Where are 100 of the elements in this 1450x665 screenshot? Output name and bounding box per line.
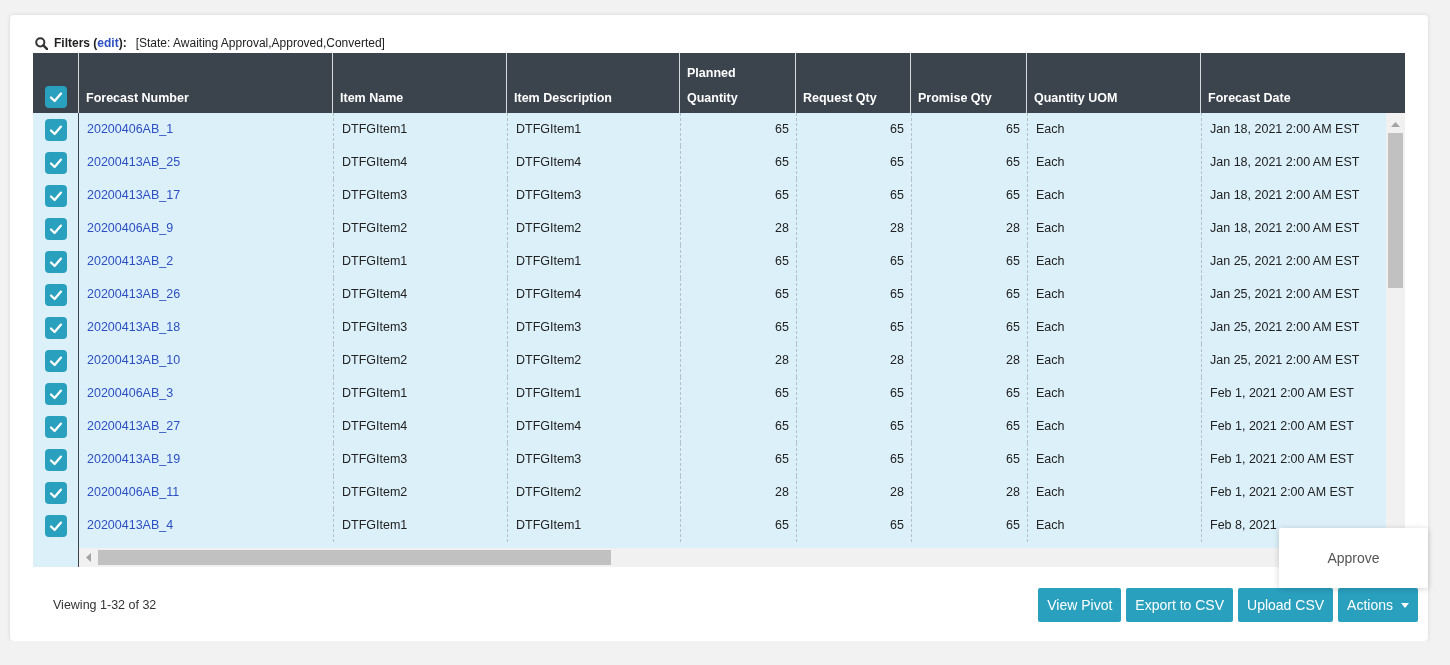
viewing-count: Viewing 1-32 of 32: [52, 598, 157, 612]
table-cell: DTFGItem1: [507, 377, 680, 410]
forecast-number-link[interactable]: 20200413AB_10: [87, 353, 181, 367]
table-cell: DTFGItem1: [333, 245, 507, 278]
forecast-number-link[interactable]: 20200413AB_18: [87, 320, 181, 334]
table-cell: DTFGItem1: [333, 377, 507, 410]
table-cell: 65: [680, 377, 796, 410]
table-cell: 65: [680, 113, 796, 146]
search-icon: [35, 36, 48, 50]
forecast-number-link[interactable]: 20200406AB_3: [87, 386, 174, 400]
checkbox[interactable]: [44, 316, 67, 339]
table-cell: DTFGItem4: [507, 146, 680, 179]
filters-label: Filters (edit):: [54, 36, 127, 50]
table-cell: Each: [1027, 410, 1201, 443]
table-cell: DTFGItem1: [333, 509, 507, 542]
table-cell: 65: [680, 245, 796, 278]
table-cell: 65: [680, 311, 796, 344]
forecast-number-link[interactable]: 20200413AB_27: [87, 419, 181, 433]
table-cell: 65: [911, 377, 1027, 410]
checkbox[interactable]: [44, 283, 67, 306]
checkbox[interactable]: [44, 415, 67, 438]
table-cell: DTFGItem3: [333, 443, 507, 476]
caret-icon: [1401, 602, 1409, 608]
table-cell: Each: [1027, 377, 1201, 410]
scroll-left-arrow-icon[interactable]: [86, 553, 91, 562]
table-cell: DTFGItem4: [507, 278, 680, 311]
table-cell: 65: [911, 179, 1027, 212]
table-cell: 28: [680, 212, 796, 245]
table-cell: 65: [796, 179, 911, 212]
forecast-number-link[interactable]: 20200413AB_19: [87, 452, 181, 466]
checkbox[interactable]: [44, 250, 67, 273]
checkbox[interactable]: [44, 448, 67, 471]
checkbox[interactable]: [44, 217, 67, 240]
table-cell: 28: [796, 212, 911, 245]
table-cell: DTFGItem3: [507, 311, 680, 344]
table-cell: 65: [680, 179, 796, 212]
forecast-number-link[interactable]: 20200413AB_17: [87, 188, 181, 202]
table-cell: 65: [796, 278, 911, 311]
table-cell: Each: [1027, 146, 1201, 179]
checkbox[interactable]: [44, 481, 67, 504]
forecast-number-link[interactable]: 20200406AB_11: [87, 485, 180, 499]
scroll-up-arrow-icon[interactable]: [1391, 122, 1400, 127]
table-cell: 65: [911, 509, 1027, 542]
table-cell: 28: [796, 344, 911, 377]
checkbox[interactable]: [44, 118, 67, 141]
checkbox[interactable]: [44, 349, 67, 372]
table-cell: 65: [796, 113, 911, 146]
table-cell: DTFGItem2: [333, 476, 507, 509]
table-cell: 65: [911, 245, 1027, 278]
checkbox[interactable]: [44, 151, 67, 174]
table-cell: DTFGItem1: [507, 509, 680, 542]
table-cell: 65: [796, 509, 911, 542]
table-cell: 65: [680, 443, 796, 476]
forecast-number-link[interactable]: 20200413AB_4: [87, 518, 174, 532]
table-cell: DTFGItem2: [333, 212, 507, 245]
edit-link[interactable]: edit: [97, 36, 119, 50]
table-cell: 65: [796, 443, 911, 476]
menu-item[interactable]: Approve: [1279, 528, 1428, 588]
table-cell: 28: [796, 476, 911, 509]
table-cell: DTFGItem1: [333, 113, 507, 146]
table-cell: Each: [1027, 179, 1201, 212]
table-cell: Each: [1027, 311, 1201, 344]
table-cell: DTFGItem2: [507, 212, 680, 245]
forecast-number-link[interactable]: 20200406AB_9: [87, 221, 174, 235]
table-cell: DTFGItem3: [333, 179, 507, 212]
table-cell: 65: [680, 146, 796, 179]
scrollbar-thumb[interactable]: [98, 550, 611, 565]
table-cell: DTFGItem4: [333, 278, 507, 311]
table-cell: 65: [911, 443, 1027, 476]
table-cell: 28: [680, 476, 796, 509]
table-cell: Each: [1027, 344, 1201, 377]
table-cell: Each: [1027, 245, 1201, 278]
filter-criteria: [State: Awaiting Approval,Approved,Converted]: [135, 36, 385, 50]
table-cell: 65: [911, 278, 1027, 311]
table-cell: DTFGItem3: [507, 179, 680, 212]
table-cell: DTFGItem4: [507, 410, 680, 443]
table-cell: 65: [911, 113, 1027, 146]
checkbox[interactable]: [44, 514, 67, 537]
table-cell: 65: [680, 278, 796, 311]
forecast-number-link[interactable]: 20200413AB_2: [87, 254, 174, 268]
column-header[interactable]: Forecast Date: [1201, 53, 1405, 113]
table-cell: DTFGItem3: [507, 443, 680, 476]
table-cell: Each: [1027, 476, 1201, 509]
table-cell: DTFGItem1: [507, 245, 680, 278]
forecast-number-link[interactable]: 20200413AB_25: [87, 155, 181, 169]
table-cell: 28: [911, 212, 1027, 245]
checkbox[interactable]: [44, 184, 67, 207]
checkbox[interactable]: [44, 86, 67, 108]
table-cell: 65: [796, 410, 911, 443]
forecast-number-link[interactable]: 20200406AB_1: [87, 122, 174, 136]
table-cell: Each: [1027, 443, 1201, 476]
forecast-number-link[interactable]: 20200413AB_26: [87, 287, 181, 301]
checkbox[interactable]: [44, 382, 67, 405]
table-cell: 65: [911, 146, 1027, 179]
table-cell: 65: [796, 146, 911, 179]
table-cell: 28: [680, 344, 796, 377]
scrollbar-thumb[interactable]: [1388, 133, 1403, 288]
table-cell: 65: [680, 410, 796, 443]
table-cell: 65: [796, 245, 911, 278]
table-cell: 28: [911, 344, 1027, 377]
